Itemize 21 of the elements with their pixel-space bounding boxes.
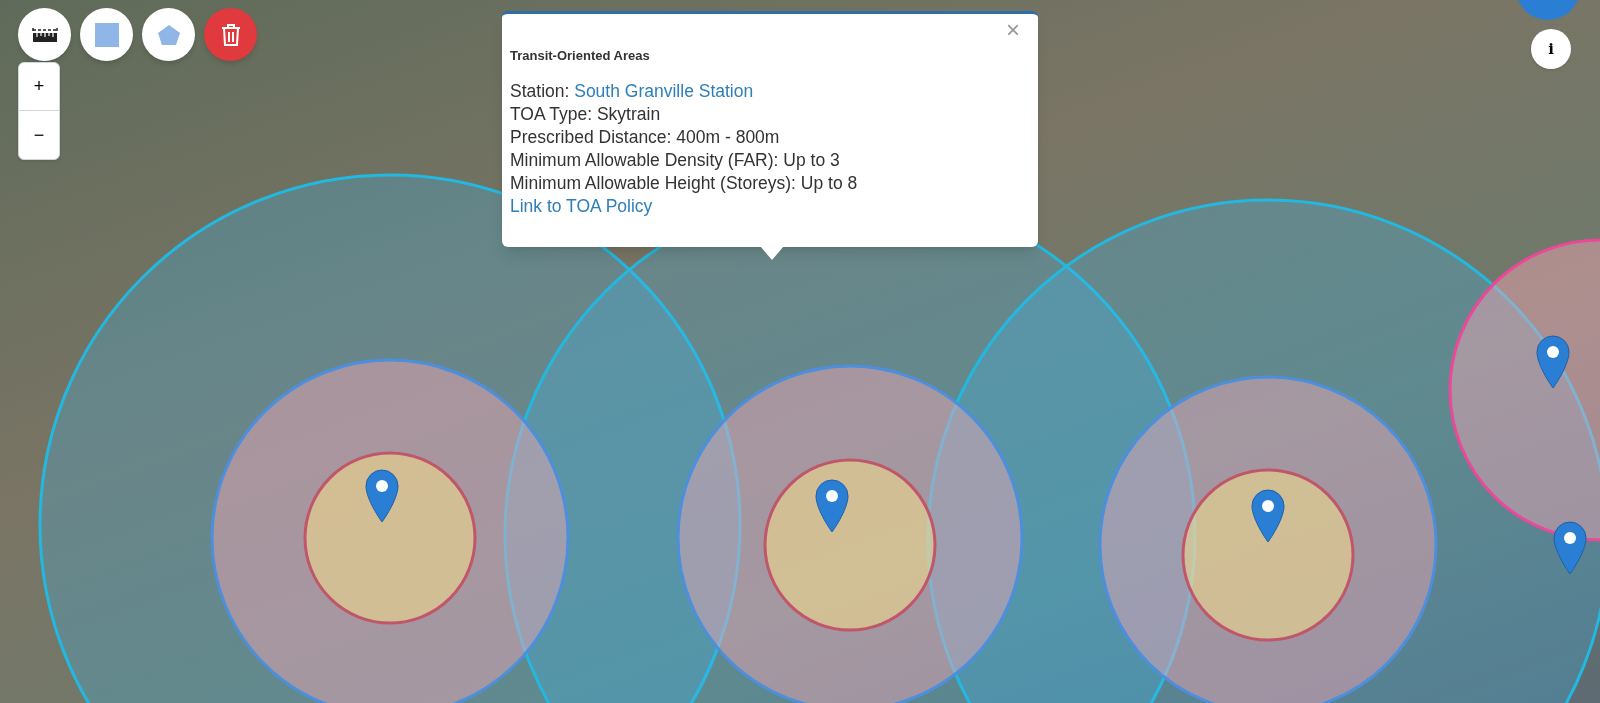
zoom-out-button[interactable]: −	[19, 111, 59, 159]
popup-title: Transit-Oriented Areas	[510, 47, 651, 65]
ruler-icon	[31, 26, 58, 43]
policy-link[interactable]: Link to TOA Policy	[510, 194, 653, 218]
map-pin-icon[interactable]	[1553, 521, 1587, 575]
popup-detail-text: Minimum Allowable Density (FAR): Up to 3	[510, 148, 841, 172]
map-pin-icon[interactable]	[815, 479, 849, 533]
station-link[interactable]: South Granville Station	[574, 80, 754, 101]
square-icon	[93, 21, 120, 48]
popup-detail-text: Station: South Granville Station	[510, 79, 755, 103]
popup-detail-text: Prescribed Distance: 400m - 800m	[510, 125, 781, 149]
location-marker-icon[interactable]	[1516, 0, 1580, 20]
pentagon-icon	[156, 23, 181, 46]
popup-detail-text: Minimum Allowable Height (Storeys): Up to 8	[510, 171, 859, 195]
popup-detail-text: TOA Type: Skytrain	[510, 102, 662, 126]
map-pin-icon[interactable]	[365, 469, 399, 523]
map-pin-icon[interactable]	[1251, 489, 1285, 543]
popup-pointer-icon	[760, 246, 784, 260]
zoom-in-button[interactable]: +	[19, 63, 59, 111]
map-pin-icon[interactable]	[1536, 335, 1570, 389]
trash-icon	[220, 23, 241, 46]
